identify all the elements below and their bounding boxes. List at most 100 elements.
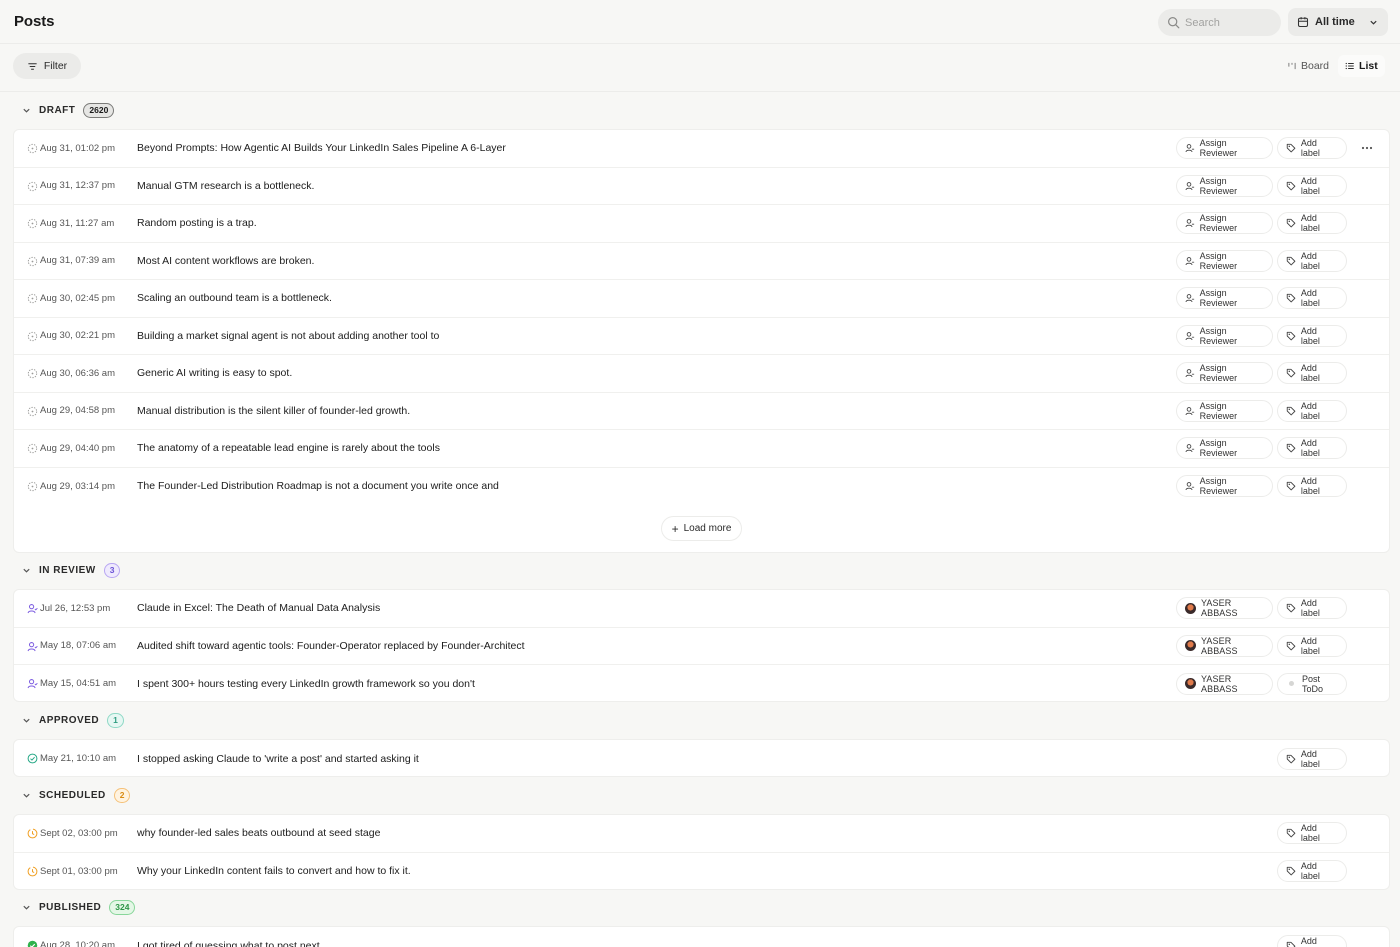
search-box[interactable] bbox=[1158, 9, 1281, 36]
board-view-button[interactable]: Board bbox=[1280, 55, 1336, 77]
add-label-text: Add label bbox=[1300, 598, 1320, 619]
count-badge: 3 bbox=[103, 563, 121, 578]
add-label-button[interactable]: Add label bbox=[1277, 634, 1347, 657]
add-label-button[interactable]: Add label bbox=[1277, 399, 1347, 422]
add-label-button[interactable]: Add label bbox=[1277, 860, 1347, 883]
section-header-in-review[interactable]: IN REVIEW 3 bbox=[0, 552, 1400, 589]
add-label-button[interactable]: Add label bbox=[1277, 324, 1347, 347]
user-plus-icon bbox=[1185, 444, 1195, 453]
post-title[interactable]: Claude in Excel: The Death of Manual Dat… bbox=[137, 602, 380, 614]
post-title[interactable]: I got tired of guessing what to post nex… bbox=[137, 940, 320, 947]
add-label-text: Add label bbox=[1300, 438, 1320, 459]
user-plus-icon bbox=[1185, 294, 1195, 303]
filter-button[interactable]: Filter bbox=[13, 53, 81, 79]
post-row[interactable]: Aug 30, 06:36 am Generic AI writing is ea… bbox=[14, 355, 1389, 393]
reviewer-chip[interactable]: YASER ABBASS bbox=[1176, 672, 1273, 695]
add-label-button[interactable]: Add label bbox=[1277, 174, 1347, 197]
add-label-button[interactable]: Add label bbox=[1277, 437, 1347, 460]
reviewer-chip[interactable]: YASER ABBASS bbox=[1176, 634, 1273, 657]
clock-icon bbox=[27, 828, 38, 839]
post-title[interactable]: Most AI content workflows are broken. bbox=[137, 255, 314, 267]
post-row[interactable]: May 18, 07:06 am Audited shift toward age… bbox=[14, 628, 1389, 665]
post-title[interactable]: I spent 300+ hours testing every LinkedI… bbox=[137, 678, 475, 690]
time-filter-select[interactable]: All time bbox=[1288, 8, 1388, 36]
post-row[interactable]: Aug 31, 11:27 am Random posting is a trap… bbox=[14, 205, 1389, 243]
post-title[interactable]: Manual distribution is the silent killer… bbox=[137, 405, 410, 417]
post-title[interactable]: Why your LinkedIn content fails to conve… bbox=[137, 865, 411, 877]
post-row[interactable]: Aug 30, 02:21 pm Building a market signal… bbox=[14, 318, 1389, 355]
post-title[interactable]: I stopped asking Claude to 'write a post… bbox=[137, 753, 419, 765]
section-header-approved[interactable]: APPROVED 1 bbox=[0, 702, 1400, 739]
add-label-button[interactable]: Add label bbox=[1277, 249, 1347, 272]
post-date: Aug 29, 04:40 pm bbox=[40, 442, 115, 454]
section-header-scheduled[interactable]: SCHEDULED 2 bbox=[0, 777, 1400, 814]
add-label-button[interactable]: Add label bbox=[1277, 137, 1347, 160]
assign-reviewer-button[interactable]: Assign Reviewer bbox=[1176, 212, 1273, 235]
post-row[interactable]: May 15, 04:51 am I spent 300+ hours testi… bbox=[14, 665, 1389, 701]
post-date: Aug 30, 02:45 pm bbox=[40, 292, 115, 304]
add-label-text: Add label bbox=[1300, 213, 1320, 234]
assign-reviewer-button[interactable]: Assign Reviewer bbox=[1176, 324, 1273, 347]
post-row[interactable]: Aug 30, 02:45 pm Scaling an outbound team… bbox=[14, 280, 1389, 318]
post-row[interactable]: Aug 29, 04:40 pm The anatomy of a repeata… bbox=[14, 430, 1389, 468]
post-title[interactable]: Audited shift toward agentic tools: Foun… bbox=[137, 640, 525, 652]
top-bar: Posts All time bbox=[0, 0, 1400, 44]
post-title[interactable]: Generic AI writing is easy to spot. bbox=[137, 367, 292, 379]
add-label-button[interactable]: Add label bbox=[1277, 212, 1347, 235]
avatar bbox=[1185, 640, 1196, 652]
post-row[interactable]: Aug 31, 01:02 pm Beyond Prompts: How Agen… bbox=[14, 130, 1389, 168]
assign-reviewer-button[interactable]: Assign Reviewer bbox=[1176, 249, 1273, 272]
draft-status-icon bbox=[27, 181, 38, 191]
assign-reviewer-button[interactable]: Assign Reviewer bbox=[1176, 287, 1273, 310]
post-title[interactable]: Random posting is a trap. bbox=[137, 217, 257, 229]
assign-reviewer-button[interactable]: Assign Reviewer bbox=[1176, 174, 1273, 197]
draft-status-icon bbox=[27, 481, 38, 491]
assign-reviewer-label: Assign Reviewer bbox=[1199, 250, 1238, 271]
add-label-button[interactable]: Add label bbox=[1277, 362, 1347, 385]
list-view-button[interactable]: List bbox=[1338, 55, 1385, 77]
chevron-down-icon bbox=[1370, 20, 1377, 25]
add-label-button[interactable]: Add label bbox=[1277, 934, 1347, 947]
more-options-button[interactable] bbox=[1358, 140, 1376, 156]
tag-icon bbox=[1286, 331, 1296, 341]
search-input[interactable] bbox=[1185, 16, 1275, 29]
post-row[interactable]: Aug 29, 04:58 pm Manual distribution is t… bbox=[14, 393, 1389, 430]
assign-reviewer-label: Assign Reviewer bbox=[1199, 363, 1238, 384]
post-row[interactable]: Sept 02, 03:00 pm why founder-led sales b… bbox=[14, 815, 1389, 853]
assign-reviewer-button[interactable]: Assign Reviewer bbox=[1176, 437, 1273, 460]
post-title[interactable]: The anatomy of a repeatable lead engine … bbox=[137, 442, 440, 454]
post-row[interactable]: Aug 31, 12:37 pm Manual GTM research is a… bbox=[14, 168, 1389, 205]
assign-reviewer-button[interactable]: Assign Reviewer bbox=[1176, 362, 1273, 385]
post-title[interactable]: Building a market signal agent is not ab… bbox=[137, 330, 439, 342]
assign-reviewer-button[interactable]: Assign Reviewer bbox=[1176, 137, 1273, 160]
post-row[interactable]: Jul 26, 12:53 pm Claude in Excel: The Dea… bbox=[14, 590, 1389, 628]
add-label-button[interactable]: Add label bbox=[1277, 475, 1347, 498]
post-title[interactable]: Scaling an outbound team is a bottleneck… bbox=[137, 292, 332, 304]
post-title[interactable]: Manual GTM research is a bottleneck. bbox=[137, 180, 314, 192]
add-label-text: Add label bbox=[1300, 138, 1320, 159]
post-date: Aug 30, 02:21 pm bbox=[40, 330, 115, 342]
post-row[interactable]: Sept 01, 03:00 pm Why your LinkedIn conte… bbox=[14, 853, 1389, 890]
post-row[interactable]: May 21, 10:10 am I stopped asking Claude … bbox=[14, 740, 1389, 776]
add-label-button[interactable]: Add label bbox=[1277, 597, 1347, 620]
post-row[interactable]: Aug 31, 07:39 am Most AI content workflow… bbox=[14, 243, 1389, 280]
assign-reviewer-button[interactable]: Assign Reviewer bbox=[1176, 475, 1273, 498]
add-label-button[interactable]: Add label bbox=[1277, 287, 1347, 310]
post-title[interactable]: The Founder-Led Distribution Roadmap is … bbox=[137, 480, 499, 492]
load-more-button[interactable]: + Load more bbox=[660, 516, 743, 541]
reviewer-name: YASER ABBASS bbox=[1201, 635, 1238, 656]
post-date: Aug 30, 06:36 am bbox=[40, 367, 115, 379]
post-title[interactable]: Beyond Prompts: How Agentic AI Builds Yo… bbox=[137, 142, 506, 154]
post-row[interactable]: Aug 28, 10:20 am I got tired of guessing … bbox=[14, 927, 1389, 947]
add-label-button[interactable]: Add label bbox=[1277, 747, 1347, 770]
post-row[interactable]: Aug 29, 03:14 pm The Founder-Led Distribu… bbox=[14, 468, 1389, 506]
add-label-button[interactable]: Add label bbox=[1277, 822, 1347, 845]
section-header-draft[interactable]: DRAFT 2620 bbox=[0, 92, 1400, 129]
section-header-published[interactable]: PUBLISHED 324 bbox=[0, 889, 1400, 926]
tag-icon bbox=[1286, 829, 1296, 838]
label-text: Post ToDo bbox=[1302, 673, 1324, 694]
reviewer-chip[interactable]: YASER ABBASS bbox=[1176, 597, 1273, 620]
assign-reviewer-button[interactable]: Assign Reviewer bbox=[1176, 399, 1273, 422]
label-chip[interactable]: Post ToDo bbox=[1277, 672, 1347, 695]
post-title[interactable]: why founder-led sales beats outbound at … bbox=[137, 827, 380, 839]
